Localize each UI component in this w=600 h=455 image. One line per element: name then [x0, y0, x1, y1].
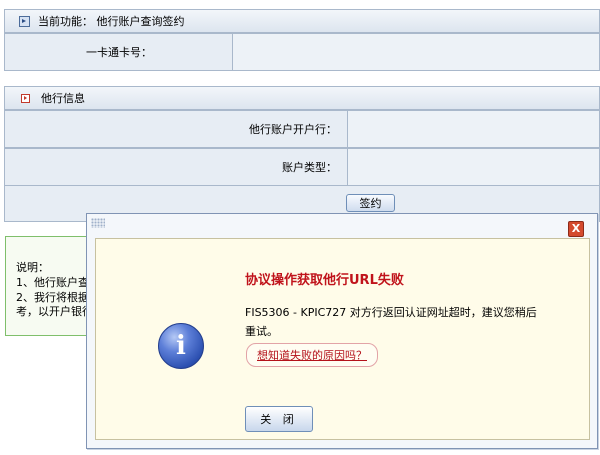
bank-label-cell: 他行账户开户行：: [5, 111, 347, 147]
card-number-label-cell: 一卡通卡号：: [5, 34, 232, 70]
bank-row: 他行账户开户行：: [4, 110, 600, 148]
account-type-label: 账户类型：: [282, 161, 337, 174]
error-dialog: X i 协议操作获取他行URL失败 FIS5306 - KPIC727 对方行返…: [86, 213, 598, 449]
dialog-message-line-1: FIS5306 - KPIC727 对方行返回认证网址超时，建议您稍后: [245, 306, 537, 319]
account-type-field[interactable]: [347, 149, 599, 185]
header-arrow-icon: [19, 15, 30, 27]
dialog-message-line-2: 重试。: [245, 325, 278, 338]
info-icon: i: [158, 323, 204, 369]
explain-line-2: 1、他行账户查: [16, 276, 89, 289]
bank-label: 他行账户开户行：: [249, 123, 337, 136]
bank-field[interactable]: [347, 111, 599, 147]
card-number-label: 一卡通卡号：: [86, 46, 152, 59]
drag-grip-icon: [91, 218, 105, 228]
page-title: 当前功能： 他行账户查询签约: [38, 15, 185, 28]
close-x-icon[interactable]: X: [568, 221, 584, 237]
sign-button[interactable]: 签约: [346, 194, 395, 212]
section-arrow-icon: [21, 93, 30, 103]
dialog-body: i 协议操作获取他行URL失败 FIS5306 - KPIC727 对方行返回认…: [95, 238, 590, 440]
why-failed-link[interactable]: 想知道失败的原因吗？: [246, 343, 378, 367]
card-number-field[interactable]: [232, 34, 599, 70]
explain-line-4: 考，以开户银行: [16, 305, 93, 318]
section-title: 他行信息: [41, 92, 85, 105]
dialog-title: 协议操作获取他行URL失败: [245, 273, 404, 288]
account-type-row: 账户类型：: [4, 148, 600, 186]
section-header: 他行信息: [4, 86, 600, 110]
explain-line-1: 说明：: [16, 261, 49, 274]
dialog-titlebar[interactable]: X: [87, 214, 597, 238]
close-button[interactable]: 关 闭: [245, 406, 313, 432]
page-header: 当前功能： 他行账户查询签约: [4, 9, 600, 33]
card-number-row: 一卡通卡号：: [4, 33, 600, 71]
account-type-label-cell: 账户类型：: [5, 149, 347, 185]
